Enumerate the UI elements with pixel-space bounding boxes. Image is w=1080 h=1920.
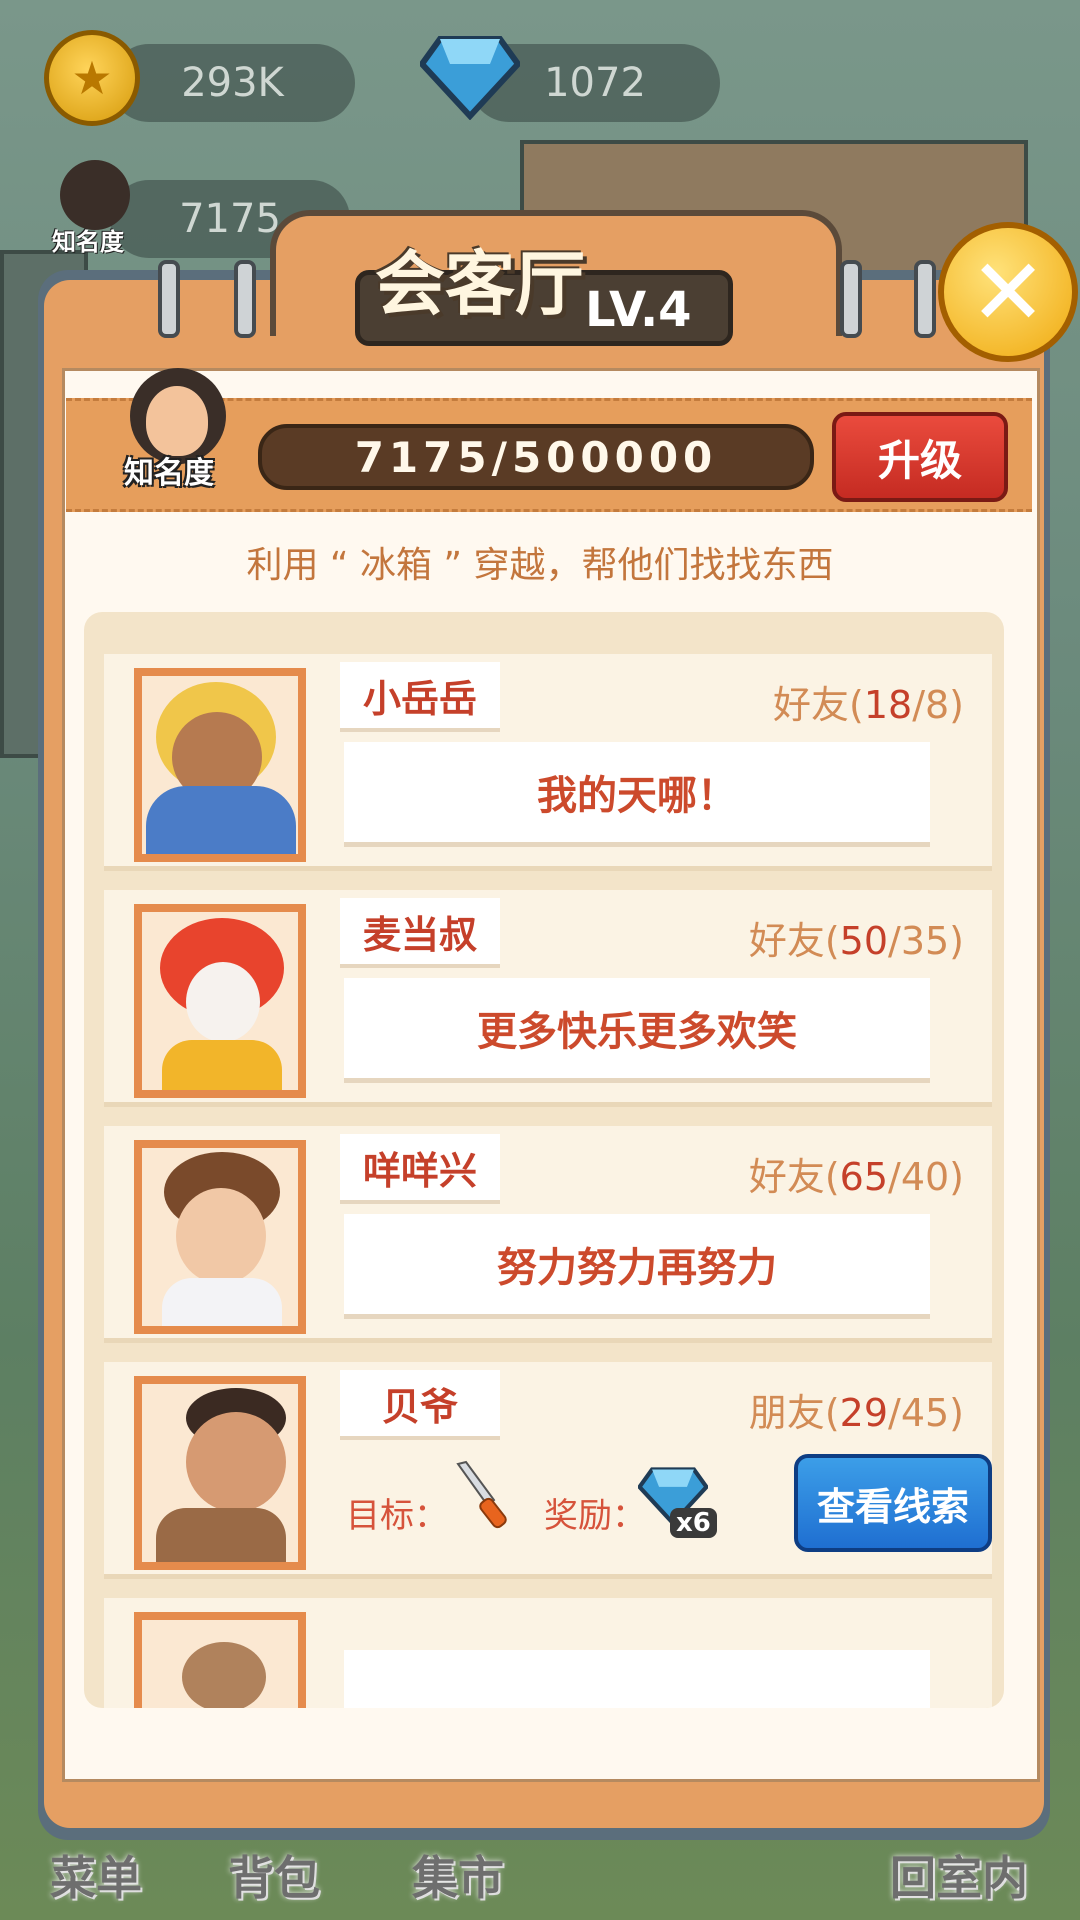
fame-label-hud: 知名度 [52,228,124,256]
character-name: 贝爷 [340,1370,500,1440]
binder-ring [840,260,862,338]
character-portrait [134,668,306,862]
character-card[interactable]: 小岳岳 好友(18/8) 我的天哪！ [104,654,992,871]
character-name: 小岳岳 [340,662,500,732]
character-portrait [134,904,306,1098]
close-button[interactable]: ✕ [938,222,1078,362]
bag-button[interactable]: 背包 [228,1842,320,1908]
close-icon: ✕ [969,238,1047,346]
reward-label: 奖励： [544,1496,646,1536]
fame-avatar-face [146,386,208,456]
character-quote: 努力努力再努力 [344,1214,930,1319]
character-face [186,1412,286,1512]
panel-title: 会客厅 [375,243,585,325]
back-indoor-button[interactable]: 回室内 [890,1842,1028,1908]
binder-ring [158,260,180,338]
character-quote: 更多快乐更多欢笑 [344,978,930,1083]
gem-value: 1072 [544,60,646,106]
character-card[interactable]: 咩咩兴 好友(65/40) 努力努力再努力 [104,1126,992,1343]
binder-ring [914,260,936,338]
character-list[interactable]: 小岳岳 好友(18/8) 我的天哪！ 麦当叔 好友(50/35) 更多快乐更多欢… [84,612,1004,1708]
fame-value: 7175 [179,196,281,242]
character-body [162,1040,282,1090]
market-button[interactable]: 集市 [412,1842,504,1908]
reward-count: x6 [670,1508,717,1538]
binder-ring [234,260,256,338]
character-card[interactable] [104,1598,992,1708]
character-face [176,1188,266,1284]
fame-avatar-hud [60,160,130,230]
character-hair [182,1642,266,1708]
relation-level: 好友(18/8) [773,683,964,727]
upgrade-button[interactable]: 升级 [832,412,1008,502]
panel-level: LV.4 [585,282,692,338]
character-face [186,962,260,1042]
character-portrait [134,1612,306,1708]
coin-value: 293K [181,60,284,106]
character-portrait [134,1140,306,1334]
character-card[interactable]: 麦当叔 好友(50/35) 更多快乐更多欢笑 [104,890,992,1107]
knife-icon [456,1460,507,1529]
relation-level: 好友(50/35) [748,919,964,963]
fame-label: 知名度 [124,456,214,491]
coin-icon: ★ [44,30,140,126]
menu-button[interactable]: 菜单 [50,1842,142,1908]
fame-progress: 7175/500000 [258,424,814,490]
character-body [162,1278,282,1326]
character-portrait [134,1376,306,1570]
character-quote [344,1650,930,1708]
relation-level: 朋友(29/45) [748,1391,964,1435]
goal-label: 目标： [346,1496,448,1536]
hint-text: 利用 “ 冰箱 ” 穿越，帮他们找找东西 [246,545,834,586]
relation-level: 好友(65/40) [748,1155,964,1199]
character-body [146,786,296,854]
gem-icon [420,36,520,120]
coin-counter: 293K [110,44,355,122]
character-quote: 我的天哪！ [344,742,930,847]
character-card[interactable]: 贝爷 朋友(29/45) 目标： 奖励： x6 查看线索 [104,1362,992,1579]
character-name: 咩咩兴 [340,1134,500,1204]
character-body [156,1508,286,1562]
view-clue-button[interactable]: 查看线索 [794,1454,992,1552]
character-name: 麦当叔 [340,898,500,968]
